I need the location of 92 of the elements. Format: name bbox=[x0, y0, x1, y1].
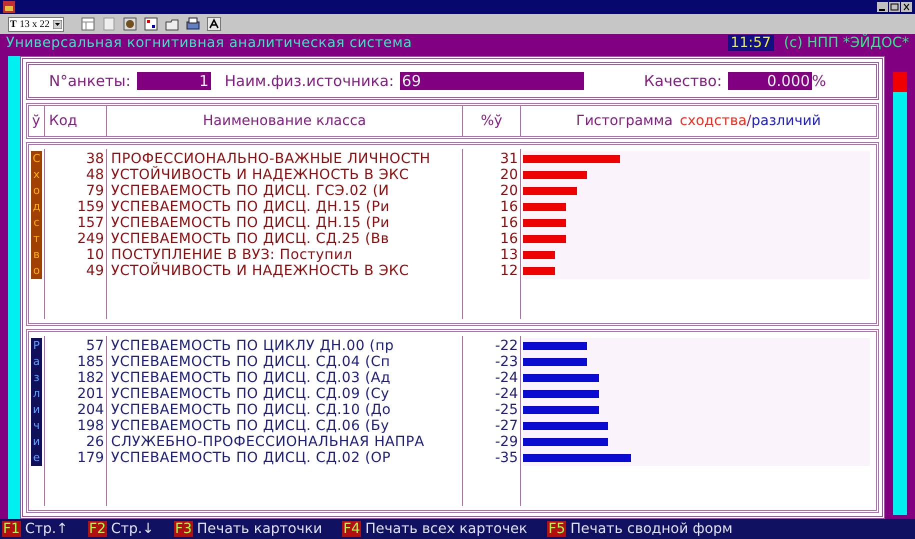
function-key-action[interactable]: Печать карточки bbox=[196, 521, 322, 537]
function-key-action[interactable]: Печать сводной форм bbox=[570, 521, 733, 537]
class-name-cell-text: УСПЕВАЕМОСТЬ ПО ДИСЦ. СД.03 (Ад bbox=[110, 370, 392, 386]
function-key-action[interactable]: Стр.↓ bbox=[110, 521, 154, 537]
percent-cell-text: 16 bbox=[499, 215, 519, 231]
value-field: 69 bbox=[400, 72, 584, 90]
value-field: 0.000 bbox=[728, 72, 812, 90]
maximize-icon[interactable] bbox=[889, 2, 900, 12]
image-icon[interactable] bbox=[122, 17, 137, 31]
class-name-cell-text: УСТОЙЧИВОСТЬ И НАДЕЖНОСТЬ В ЭКС bbox=[110, 167, 410, 183]
code-cell-text: 10 bbox=[85, 247, 105, 263]
percent-cell-text: -24 bbox=[494, 370, 519, 386]
unit-label: % bbox=[812, 72, 826, 90]
code-cell-text: 57 bbox=[85, 338, 105, 354]
code-cell-text: 157 bbox=[76, 215, 105, 231]
field-label: Качество: bbox=[644, 72, 722, 90]
class-name-cell-text: УСПЕВАЕМОСТЬ ПО ДИСЦ. ГСЭ.02 (И bbox=[110, 183, 390, 199]
percent-cell-text: 13 bbox=[499, 247, 519, 263]
class-name-cell-text: УСПЕВАЕМОСТЬ ПО ДИСЦ. ДН.15 (Ри bbox=[110, 215, 391, 231]
caret-icon bbox=[52, 20, 62, 28]
class-name-cell-text: УСПЕВАЕМОСТЬ ПО ДИСЦ. СД.04 (Сп bbox=[110, 354, 392, 370]
code-cell-text: 204 bbox=[76, 402, 105, 418]
code-cell-text: 79 bbox=[85, 183, 105, 199]
code-cell-text: 49 bbox=[85, 263, 105, 279]
code-cell-text: 26 bbox=[85, 434, 105, 450]
separator: / bbox=[746, 113, 752, 129]
class-name-cell-text: УСПЕВАЕМОСТЬ ПО ДИСЦ. СД.25 (Вв bbox=[110, 231, 390, 247]
column-header: ў bbox=[29, 106, 45, 136]
class-name-cell-text: СЛУЖЕБНО-ПРОФЕССИОНАЛЬНАЯ НАПРА bbox=[110, 434, 426, 450]
percent-cell-text: -35 bbox=[494, 450, 519, 466]
percent-cell-text: -27 bbox=[494, 418, 519, 434]
code-cell-text: 201 bbox=[76, 386, 105, 402]
percent-cell-text: 12 bbox=[499, 263, 519, 279]
section-label: Различие bbox=[31, 338, 42, 466]
column-header: Наименование класса bbox=[107, 106, 463, 136]
class-name-cell-text: ПРОФЕССИОНАЛЬНО-ВАЖНЫЕ ЛИЧНОСТН bbox=[110, 151, 432, 167]
scroll-thumb[interactable] bbox=[893, 72, 907, 92]
value-field: 1 bbox=[136, 72, 211, 90]
class-name-cell-text: УСПЕВАЕМОСТЬ ПО ДИСЦ. ДН.15 (Ри bbox=[110, 199, 391, 215]
histogram-title: Гистограмма bbox=[576, 113, 673, 129]
code-cell-text: 182 bbox=[76, 370, 105, 386]
percent-cell-text: 20 bbox=[499, 183, 519, 199]
close-icon[interactable] bbox=[901, 2, 912, 12]
percent-cell-text: -23 bbox=[494, 354, 519, 370]
code-cell-text: 198 bbox=[76, 418, 105, 434]
font-icon[interactable] bbox=[206, 17, 221, 31]
percent-cell-text: -22 bbox=[494, 338, 519, 354]
class-name-cell-text: ПОСТУПЛЕНИЕ В ВУЗ: Поступил bbox=[110, 247, 354, 263]
class-name-cell-text: УСПЕВАЕМОСТЬ ПО ДИСЦ. СД.06 (Бу bbox=[110, 418, 390, 434]
clock: 11:57 bbox=[728, 35, 774, 51]
percent-cell-text: 31 bbox=[499, 151, 519, 167]
code-cell-text: 38 bbox=[85, 151, 105, 167]
function-key-action[interactable]: Печать всех карточек bbox=[365, 521, 528, 537]
printer-icon[interactable] bbox=[186, 17, 200, 31]
scrollbar[interactable] bbox=[893, 72, 907, 515]
column-header: Код bbox=[45, 106, 107, 136]
app-title: Универсальная когнитивная аналитическая система bbox=[6, 35, 412, 51]
window-icon[interactable] bbox=[80, 17, 95, 31]
font-size-dropdown[interactable]: T 13 x 22 bbox=[8, 16, 64, 32]
percent-cell-text: 16 bbox=[499, 231, 519, 247]
code-cell-text: 48 bbox=[85, 167, 105, 183]
code-cell-text: 249 bbox=[76, 231, 105, 247]
class-name-cell-text: УСПЕВАЕМОСТЬ ПО ДИСЦ. СД.02 (ОР bbox=[110, 450, 392, 466]
field-label: Наим.физ.источника: bbox=[224, 72, 394, 90]
key-label: F5 bbox=[547, 521, 566, 537]
column-header: %ў bbox=[463, 106, 521, 136]
class-name-cell-text: УСПЕВАЕМОСТЬ ПО ДИСЦ. СД.10 (До bbox=[110, 402, 392, 418]
class-name-cell-text: УСПЕВАЕМОСТЬ ПО ДИСЦ. СД.09 (Су bbox=[110, 386, 390, 402]
key-label: F3 bbox=[174, 521, 193, 537]
folder-icon[interactable] bbox=[164, 17, 179, 31]
key-label: F4 bbox=[342, 521, 362, 537]
code-cell-text: 159 bbox=[76, 199, 105, 215]
minimize-icon[interactable] bbox=[877, 2, 888, 12]
app-icon bbox=[3, 1, 15, 13]
key-label: F1 bbox=[2, 521, 21, 537]
grid-icon[interactable] bbox=[144, 17, 158, 31]
field-label: N°анкеты: bbox=[49, 72, 131, 90]
percent-cell-text: 16 bbox=[499, 199, 519, 215]
percent-cell-text: 20 bbox=[499, 167, 519, 183]
similarity-title: сходства bbox=[680, 113, 747, 129]
difference-title: различий bbox=[751, 113, 821, 129]
section-label: Сходство bbox=[31, 151, 42, 279]
key-label: F2 bbox=[88, 521, 107, 537]
percent-cell-text: -24 bbox=[494, 386, 519, 402]
class-name-cell-text: УСПЕВАЕМОСТЬ ПО ЦИКЛУ ДН.00 (пр bbox=[110, 338, 395, 354]
function-key-action[interactable]: Стр.↑ bbox=[24, 521, 68, 537]
percent-cell-text: -25 bbox=[494, 402, 519, 418]
copyright: (c) НПП *ЭЙДОС* bbox=[784, 35, 909, 51]
code-cell-text: 179 bbox=[76, 450, 105, 466]
code-cell-text: 185 bbox=[76, 354, 105, 370]
class-name-cell-text: УСТОЙЧИВОСТЬ И НАДЕЖНОСТЬ В ЭКС bbox=[110, 263, 410, 279]
percent-cell-text: -29 bbox=[494, 434, 519, 450]
